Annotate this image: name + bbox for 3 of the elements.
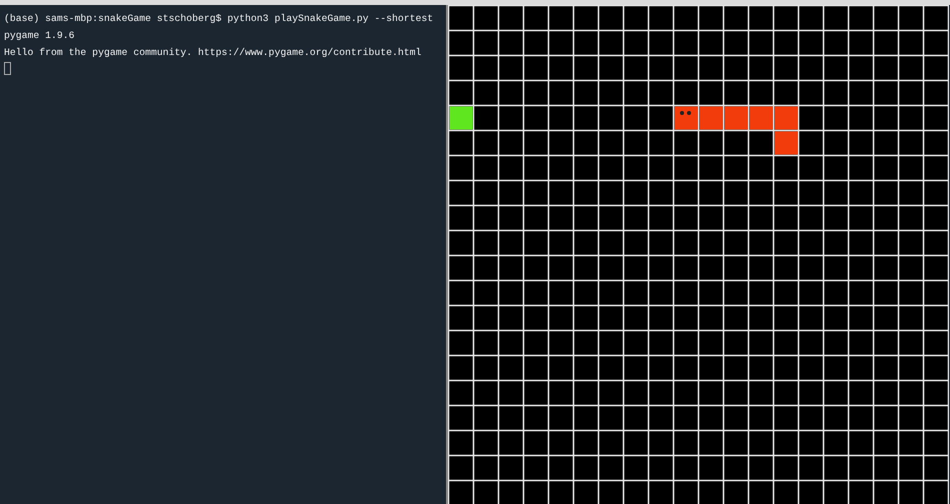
terminal-line: pygame 1.9.6 — [4, 29, 75, 43]
terminal-line: (base) sams-mbp:snakeGame stschoberg$ python3 playSnakeGame.py --shortest — [4, 12, 434, 26]
terminal-line: Hello from the pygame community. https://www.pygame.org/contribute.html — [4, 46, 422, 60]
